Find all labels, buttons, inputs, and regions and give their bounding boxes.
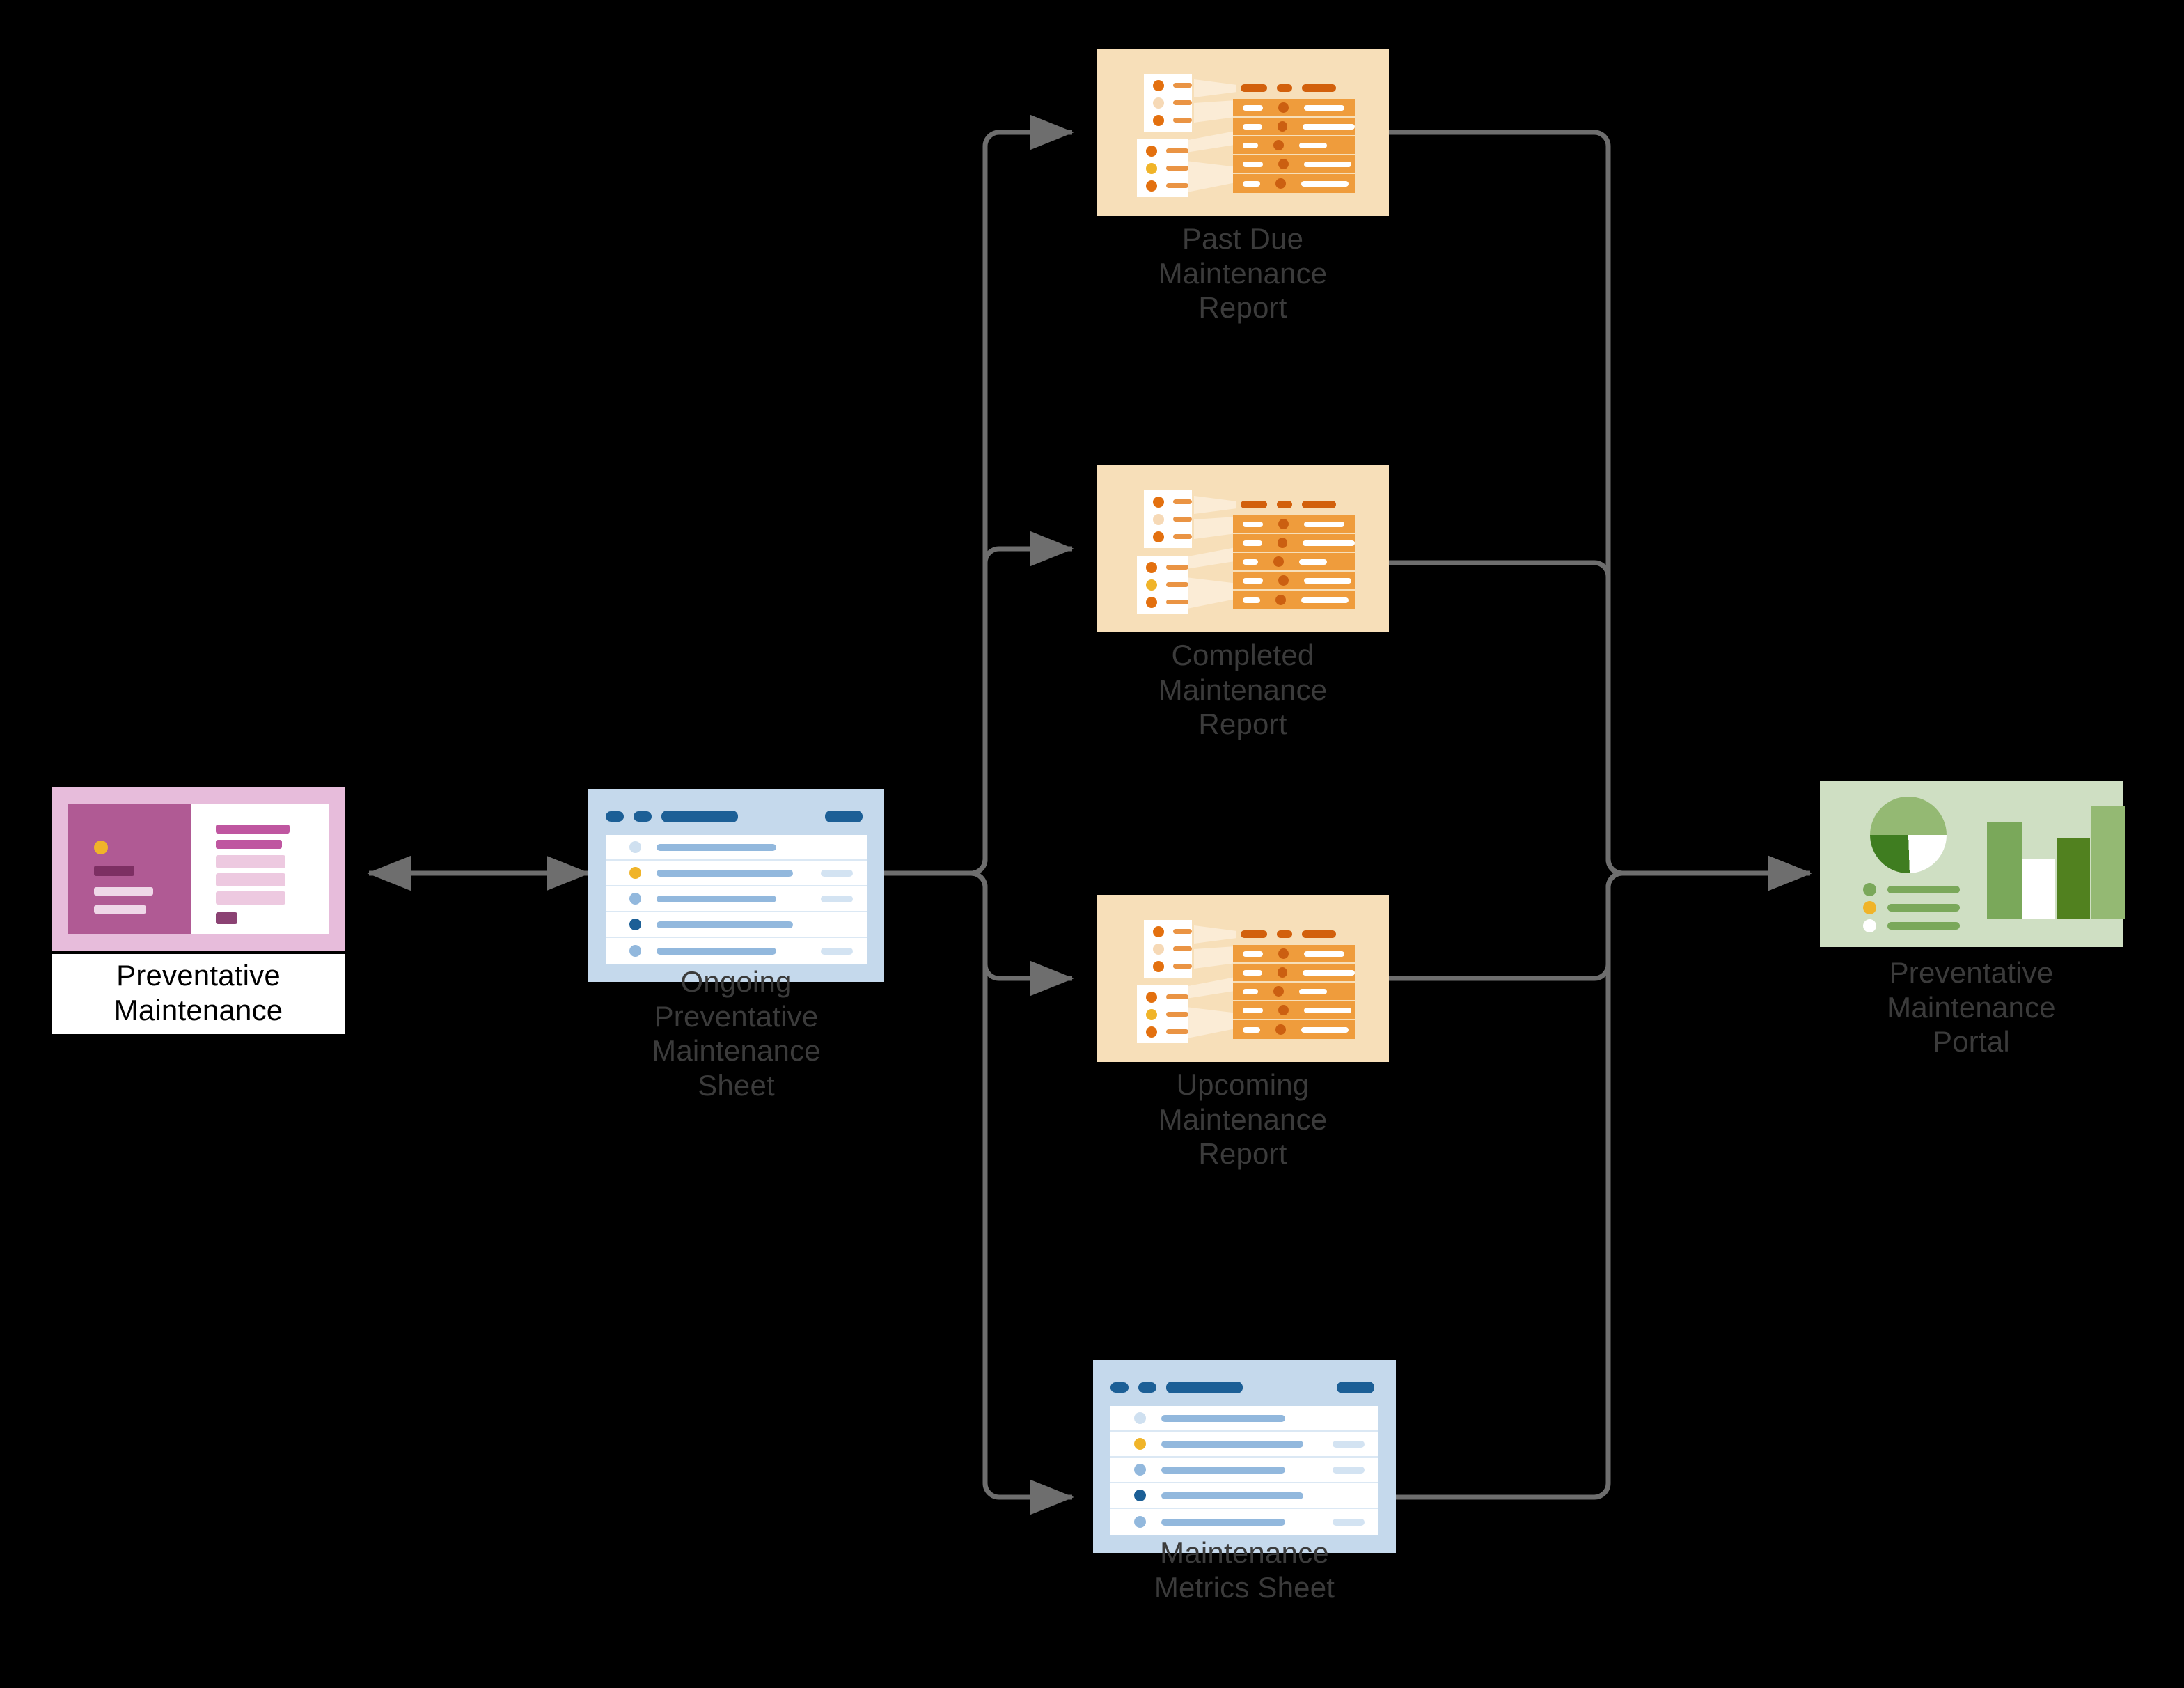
edge-sheet-to-past-due <box>883 114 1074 876</box>
node-label-preventative-maintenance: Preventative Maintenance <box>52 954 345 1035</box>
node-label-maintenance-metrics-sheet: Maintenance Metrics Sheet <box>1154 1536 1335 1604</box>
node-label-completed-maintenance-report: Completed Maintenance Report <box>1158 639 1328 741</box>
node-label-past-due-maintenance-report: Past Due Maintenance Report <box>1158 222 1328 325</box>
spreadsheet-blue-icon <box>1093 1360 1396 1553</box>
node-label-upcoming-maintenance-report: Upcoming Maintenance Report <box>1158 1068 1328 1171</box>
node-label-ongoing-preventative-maintenance-sheet: Ongoing Preventative Maintenance Sheet <box>652 965 821 1102</box>
edge-metrics-to-portal <box>1396 855 1812 1500</box>
edge-completed-to-portal <box>1389 560 1812 891</box>
edge-sheet-to-metrics <box>883 870 1074 1515</box>
report-orange-icon <box>1097 49 1389 216</box>
spreadsheet-blue-icon <box>588 789 884 982</box>
pie-chart-icon <box>1870 797 1947 873</box>
node-label-preventative-maintenance-portal: Preventative Maintenance Portal <box>1887 956 2056 1058</box>
accent-dot-icon <box>94 841 108 854</box>
report-orange-icon <box>1097 895 1389 1062</box>
dashboard-green-icon <box>1820 781 2125 947</box>
edge-upcoming-to-portal <box>1389 855 1812 981</box>
edge-sheet-to-completed <box>883 531 1074 876</box>
edge-sheet-to-upcoming <box>883 870 1074 997</box>
report-orange-icon <box>1097 465 1389 632</box>
bar-chart-icon <box>1987 822 2022 919</box>
diagram-canvas: Preventative Maintenance Ongoing Prevent… <box>0 0 2184 1688</box>
edge-past-due-to-portal <box>1389 130 1812 891</box>
document-pink-icon <box>52 787 345 951</box>
